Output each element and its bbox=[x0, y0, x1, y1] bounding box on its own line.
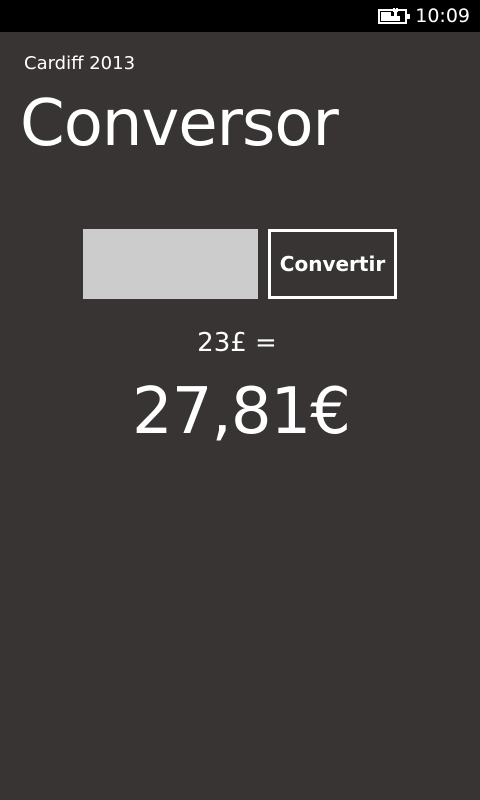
battery-charging-icon bbox=[378, 8, 410, 24]
app-title: Cardiff 2013 bbox=[24, 53, 136, 74]
source-amount: 23£ = bbox=[197, 328, 277, 358]
amount-input[interactable] bbox=[83, 229, 258, 299]
clock: 10:09 bbox=[415, 5, 470, 27]
page-title: Conversor bbox=[20, 87, 339, 161]
conversion-result: 27,81€ bbox=[132, 375, 351, 449]
convert-button[interactable]: Convertir bbox=[268, 229, 397, 299]
status-bar: 10:09 bbox=[0, 0, 480, 32]
